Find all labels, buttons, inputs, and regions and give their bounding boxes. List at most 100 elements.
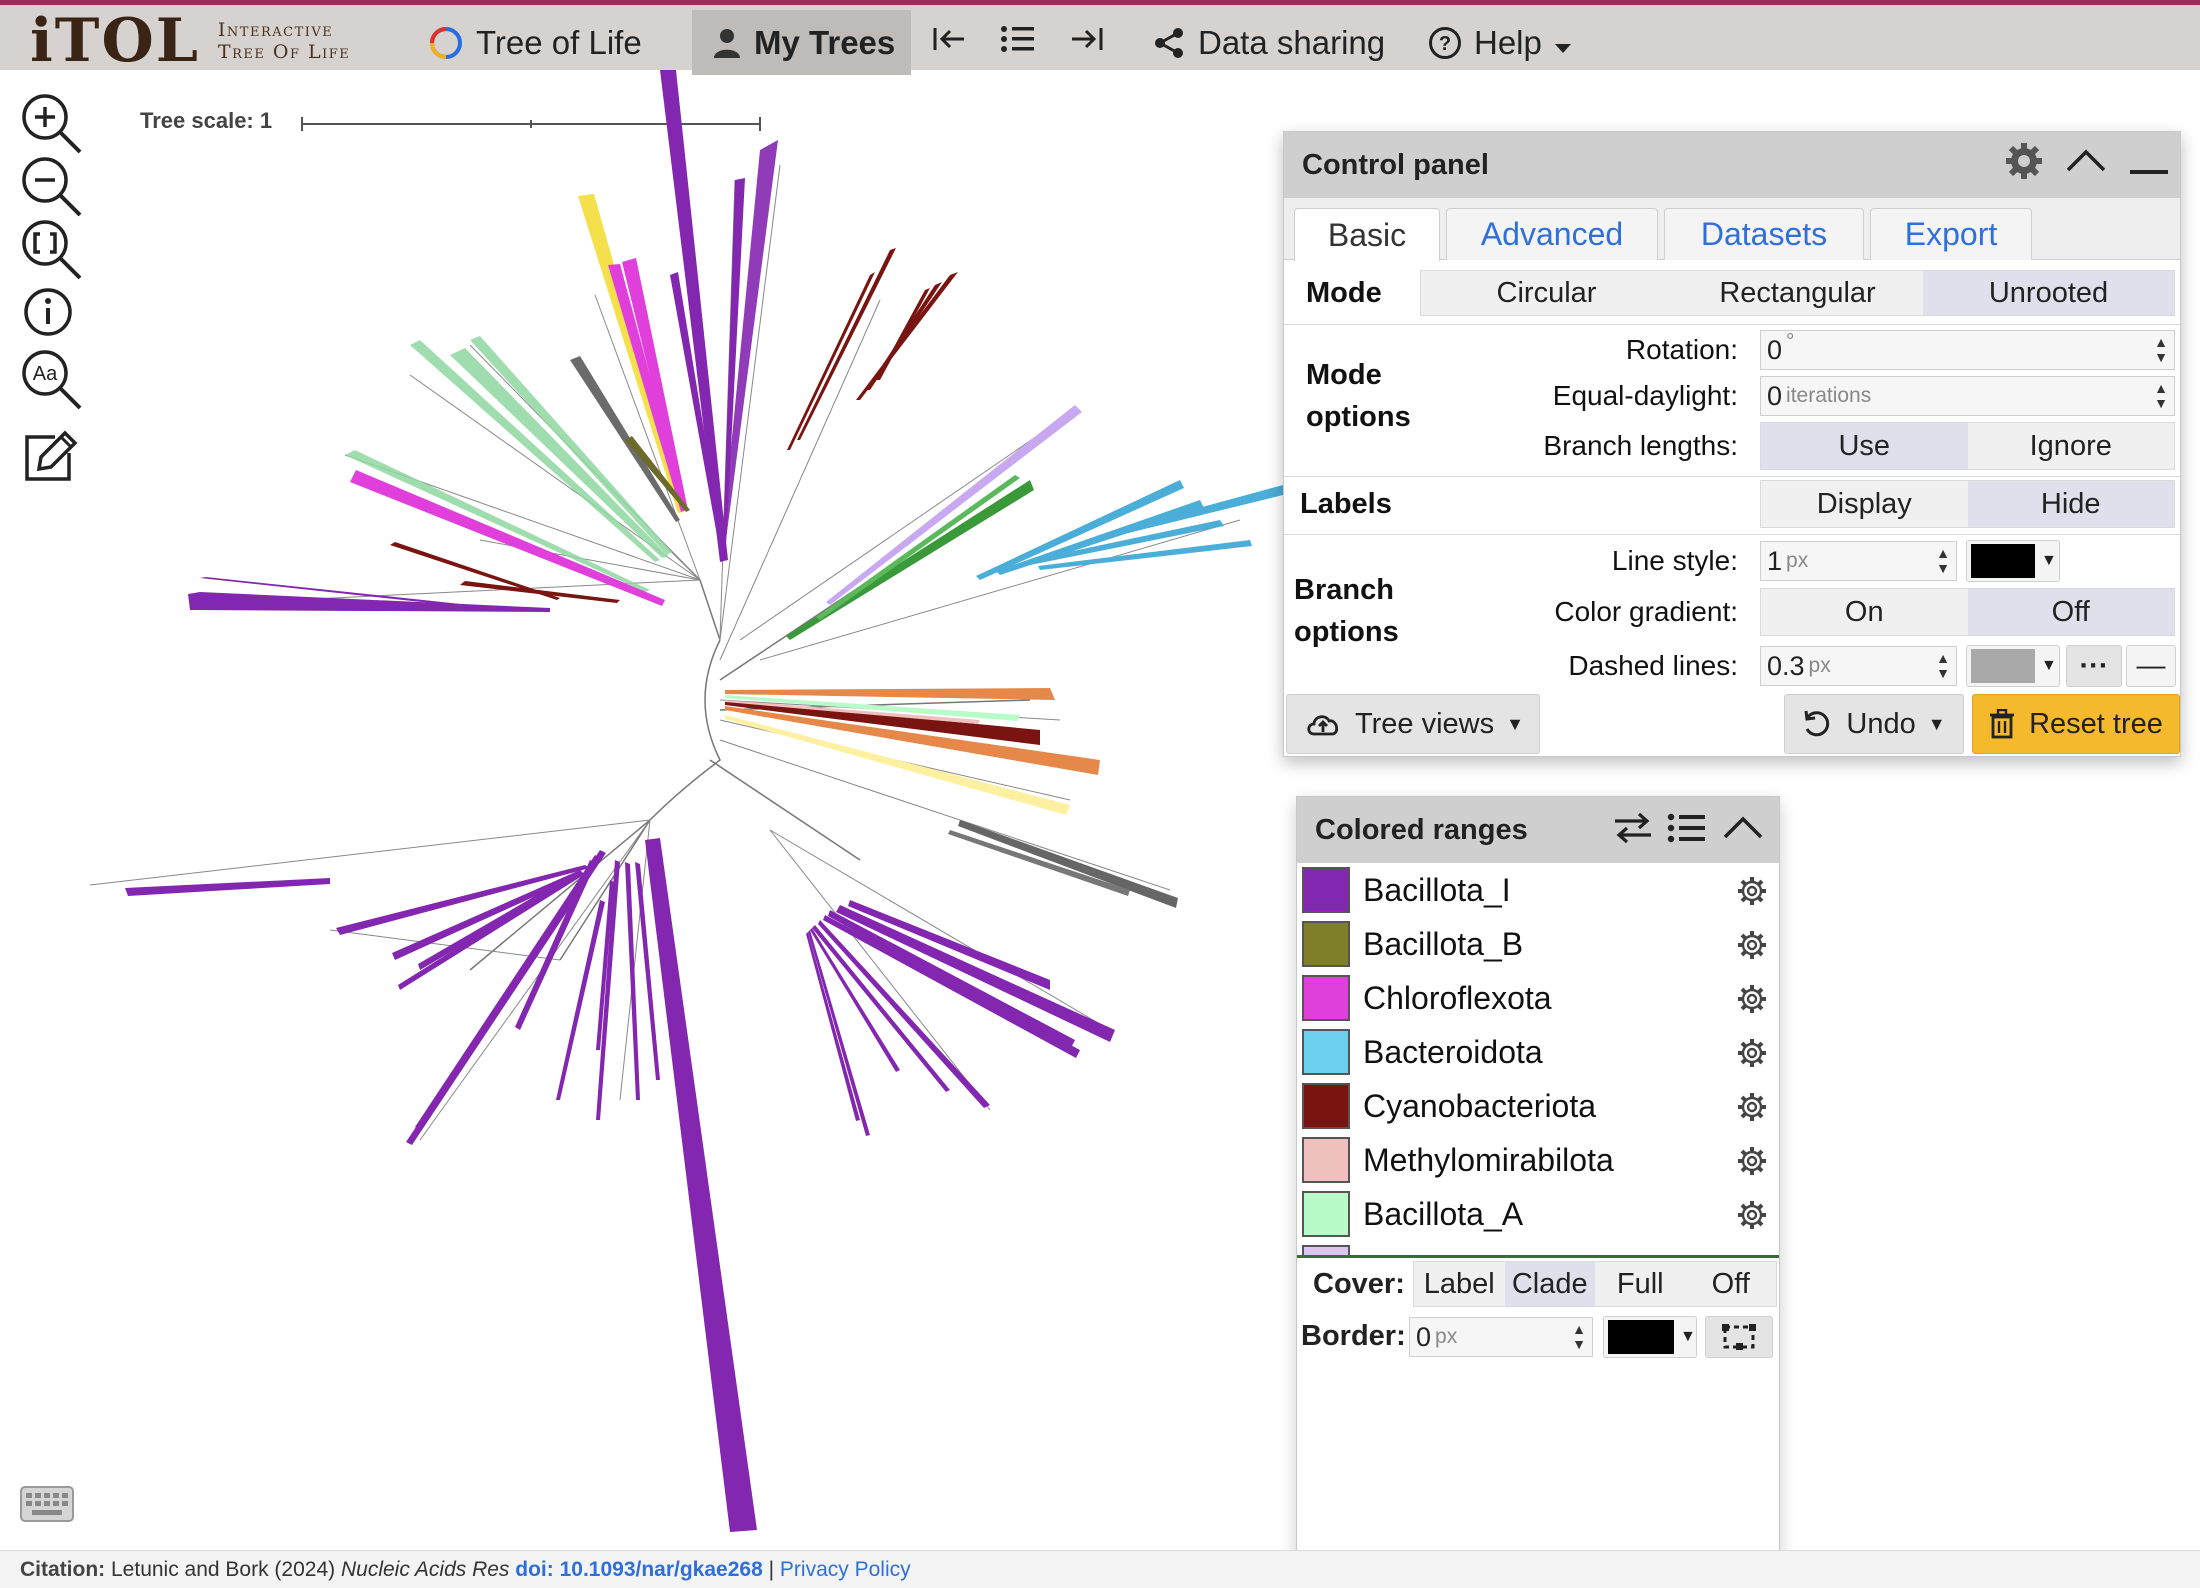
dashed-lines-input[interactable]: 0.3 px ▲ ▼	[1760, 646, 1957, 686]
list-icon[interactable]	[1667, 811, 1707, 853]
range-color-swatch[interactable]	[1302, 921, 1350, 967]
colored-ranges-title: Colored ranges	[1315, 813, 1528, 846]
border-width-spinner-icon[interactable]: ▲ ▼	[1572, 1322, 1586, 1352]
nav-data-sharing[interactable]: Data sharing	[1154, 10, 1385, 75]
colored-range-item[interactable]: Verrucomicrobiota	[1297, 1241, 1779, 1255]
labels-display-button[interactable]: Display	[1761, 481, 1968, 527]
rotation-unit: °	[1786, 330, 1795, 353]
range-color-swatch[interactable]	[1302, 1137, 1350, 1183]
settings-gear-icon[interactable]	[2004, 141, 2044, 189]
color-gradient-selector: On Off	[1760, 588, 2175, 636]
border-color-picker[interactable]: ▼	[1603, 1316, 1697, 1358]
gear-icon[interactable]	[1737, 1200, 1767, 1235]
border-width-unit: px	[1435, 1325, 1458, 1348]
keyboard-shortcuts-button[interactable]	[20, 1486, 74, 1522]
cover-full-button[interactable]: Full	[1595, 1262, 1686, 1306]
itol-logo[interactable]: iTOL Interactive Tree Of Life	[30, 11, 350, 71]
branch-options-label: Branch options	[1294, 569, 1399, 653]
border-width-input[interactable]: 0 px ▲ ▼	[1409, 1317, 1593, 1357]
dotted-style-button[interactable]: ···	[2066, 645, 2122, 687]
swap-icon[interactable]	[1613, 811, 1653, 853]
branch-options-label-line1: Branch	[1294, 574, 1394, 606]
undo-button[interactable]: Undo ▼	[1784, 694, 1964, 754]
collapse-left-button[interactable]	[932, 10, 966, 75]
reset-tree-button[interactable]: Reset tree	[1972, 694, 2180, 754]
control-panel-header-icons	[2004, 140, 2170, 190]
nav-tree-of-life[interactable]: Tree of Life	[428, 10, 642, 75]
colored-ranges-list: Bacillota_I Bacillota_B Chloroflexota Bacte…	[1297, 863, 1779, 1255]
collapse-panel-icon[interactable]	[1721, 813, 1765, 851]
colored-range-item[interactable]: Bacteroidota	[1297, 1025, 1779, 1079]
mode-unrooted-button[interactable]: Unrooted	[1923, 271, 2174, 315]
nav-help-label: Help	[1474, 23, 1542, 61]
keyboard-icon	[20, 1486, 74, 1522]
labels-hide-button[interactable]: Hide	[1967, 481, 2174, 527]
rotation-spinner-icon[interactable]: ▲ ▼	[2154, 335, 2168, 365]
colored-range-item[interactable]: Chloroflexota	[1297, 971, 1779, 1025]
dashed-color-picker[interactable]: ▼	[1966, 645, 2060, 687]
range-color-swatch[interactable]	[1302, 867, 1350, 913]
list-view-button[interactable]	[1000, 10, 1036, 75]
range-color-swatch[interactable]	[1302, 1029, 1350, 1075]
mode-options-label-line2: options	[1306, 401, 1411, 433]
color-gradient-off-button[interactable]: Off	[1967, 589, 2174, 635]
line-style-input[interactable]: 1 px ▲ ▼	[1760, 541, 1957, 581]
minimize-panel-icon[interactable]	[2128, 146, 2170, 184]
tab-basic[interactable]: Basic	[1294, 208, 1440, 261]
gear-icon[interactable]	[1737, 1092, 1767, 1127]
privacy-policy-link[interactable]: Privacy Policy	[780, 1558, 911, 1582]
rotation-input[interactable]: 0 ° ▲ ▼	[1760, 330, 2175, 370]
color-gradient-on-button[interactable]: On	[1761, 589, 1968, 635]
cover-label-button[interactable]: Label	[1414, 1262, 1505, 1306]
tab-datasets[interactable]: Datasets	[1664, 208, 1864, 260]
branch-lengths-use-button[interactable]: Use	[1761, 423, 1968, 469]
equal-daylight-input[interactable]: 0 iterations ▲ ▼	[1760, 376, 2175, 416]
list-icon	[1000, 24, 1036, 62]
control-panel: Control panel Basic Advanced Datasets Ex…	[1283, 131, 2181, 757]
arrow-left-bar-icon	[932, 24, 966, 62]
tab-export[interactable]: Export	[1870, 208, 2032, 260]
branch-lengths-ignore-button[interactable]: Ignore	[1968, 423, 2175, 469]
control-panel-header: Control panel	[1284, 132, 2180, 198]
cover-off-button[interactable]: Off	[1686, 1262, 1777, 1306]
collapse-right-button[interactable]	[1070, 10, 1104, 75]
gear-icon[interactable]	[1737, 876, 1767, 911]
line-style-spinner-icon[interactable]: ▲ ▼	[1936, 546, 1950, 576]
range-color-swatch[interactable]	[1302, 1083, 1350, 1129]
dashed-style-button[interactable]: —	[2126, 645, 2176, 687]
nav-help[interactable]: ? Help	[1428, 10, 1572, 75]
line-style-label: Line style:	[1611, 545, 1738, 576]
colored-range-item[interactable]: Bacillota_A	[1297, 1187, 1779, 1241]
range-color-swatch[interactable]	[1302, 975, 1350, 1021]
dashed-lines-spinner-icon[interactable]: ▲ ▼	[1936, 651, 1950, 681]
trash-icon	[1989, 709, 2015, 739]
cover-clade-button[interactable]: Clade	[1504, 1262, 1595, 1306]
range-name: Bacillota_I	[1363, 871, 1511, 908]
nav-my-trees[interactable]: My Trees	[692, 10, 912, 75]
range-color-swatch[interactable]	[1302, 1245, 1350, 1255]
gear-icon[interactable]	[1737, 984, 1767, 1019]
gear-icon[interactable]	[1737, 1146, 1767, 1181]
mode-rectangular-button[interactable]: Rectangular	[1672, 271, 1923, 315]
colored-range-item[interactable]: Bacillota_I	[1297, 863, 1779, 917]
equal-daylight-value: 0	[1767, 380, 1783, 411]
collapse-panel-icon[interactable]	[2064, 146, 2108, 184]
gear-icon[interactable]	[1737, 1038, 1767, 1073]
equal-daylight-spinner-icon[interactable]: ▲ ▼	[2154, 381, 2168, 411]
colored-range-item[interactable]: Methylomirabilota	[1297, 1133, 1779, 1187]
mode-circular-button[interactable]: Circular	[1421, 271, 1672, 315]
doi-link[interactable]: doi: 10.1093/nar/gkae268	[515, 1558, 762, 1582]
mode-options-label-line1: Mode	[1306, 359, 1382, 391]
labels-label: Labels	[1300, 488, 1392, 520]
help-circle-icon: ?	[1428, 26, 1462, 60]
line-color-picker[interactable]: ▼	[1966, 540, 2060, 582]
range-color-swatch[interactable]	[1302, 1191, 1350, 1237]
tree-views-button[interactable]: Tree views ▼	[1286, 694, 1540, 754]
colored-range-item[interactable]: Bacillota_B	[1297, 917, 1779, 971]
nav-tree-of-life-label: Tree of Life	[476, 23, 642, 61]
border-style-button[interactable]	[1705, 1316, 1773, 1358]
tab-advanced[interactable]: Advanced	[1446, 208, 1658, 260]
caret-down-icon: ▼	[1506, 713, 1524, 734]
gear-icon[interactable]	[1737, 930, 1767, 965]
colored-range-item[interactable]: Cyanobacteriota	[1297, 1079, 1779, 1133]
